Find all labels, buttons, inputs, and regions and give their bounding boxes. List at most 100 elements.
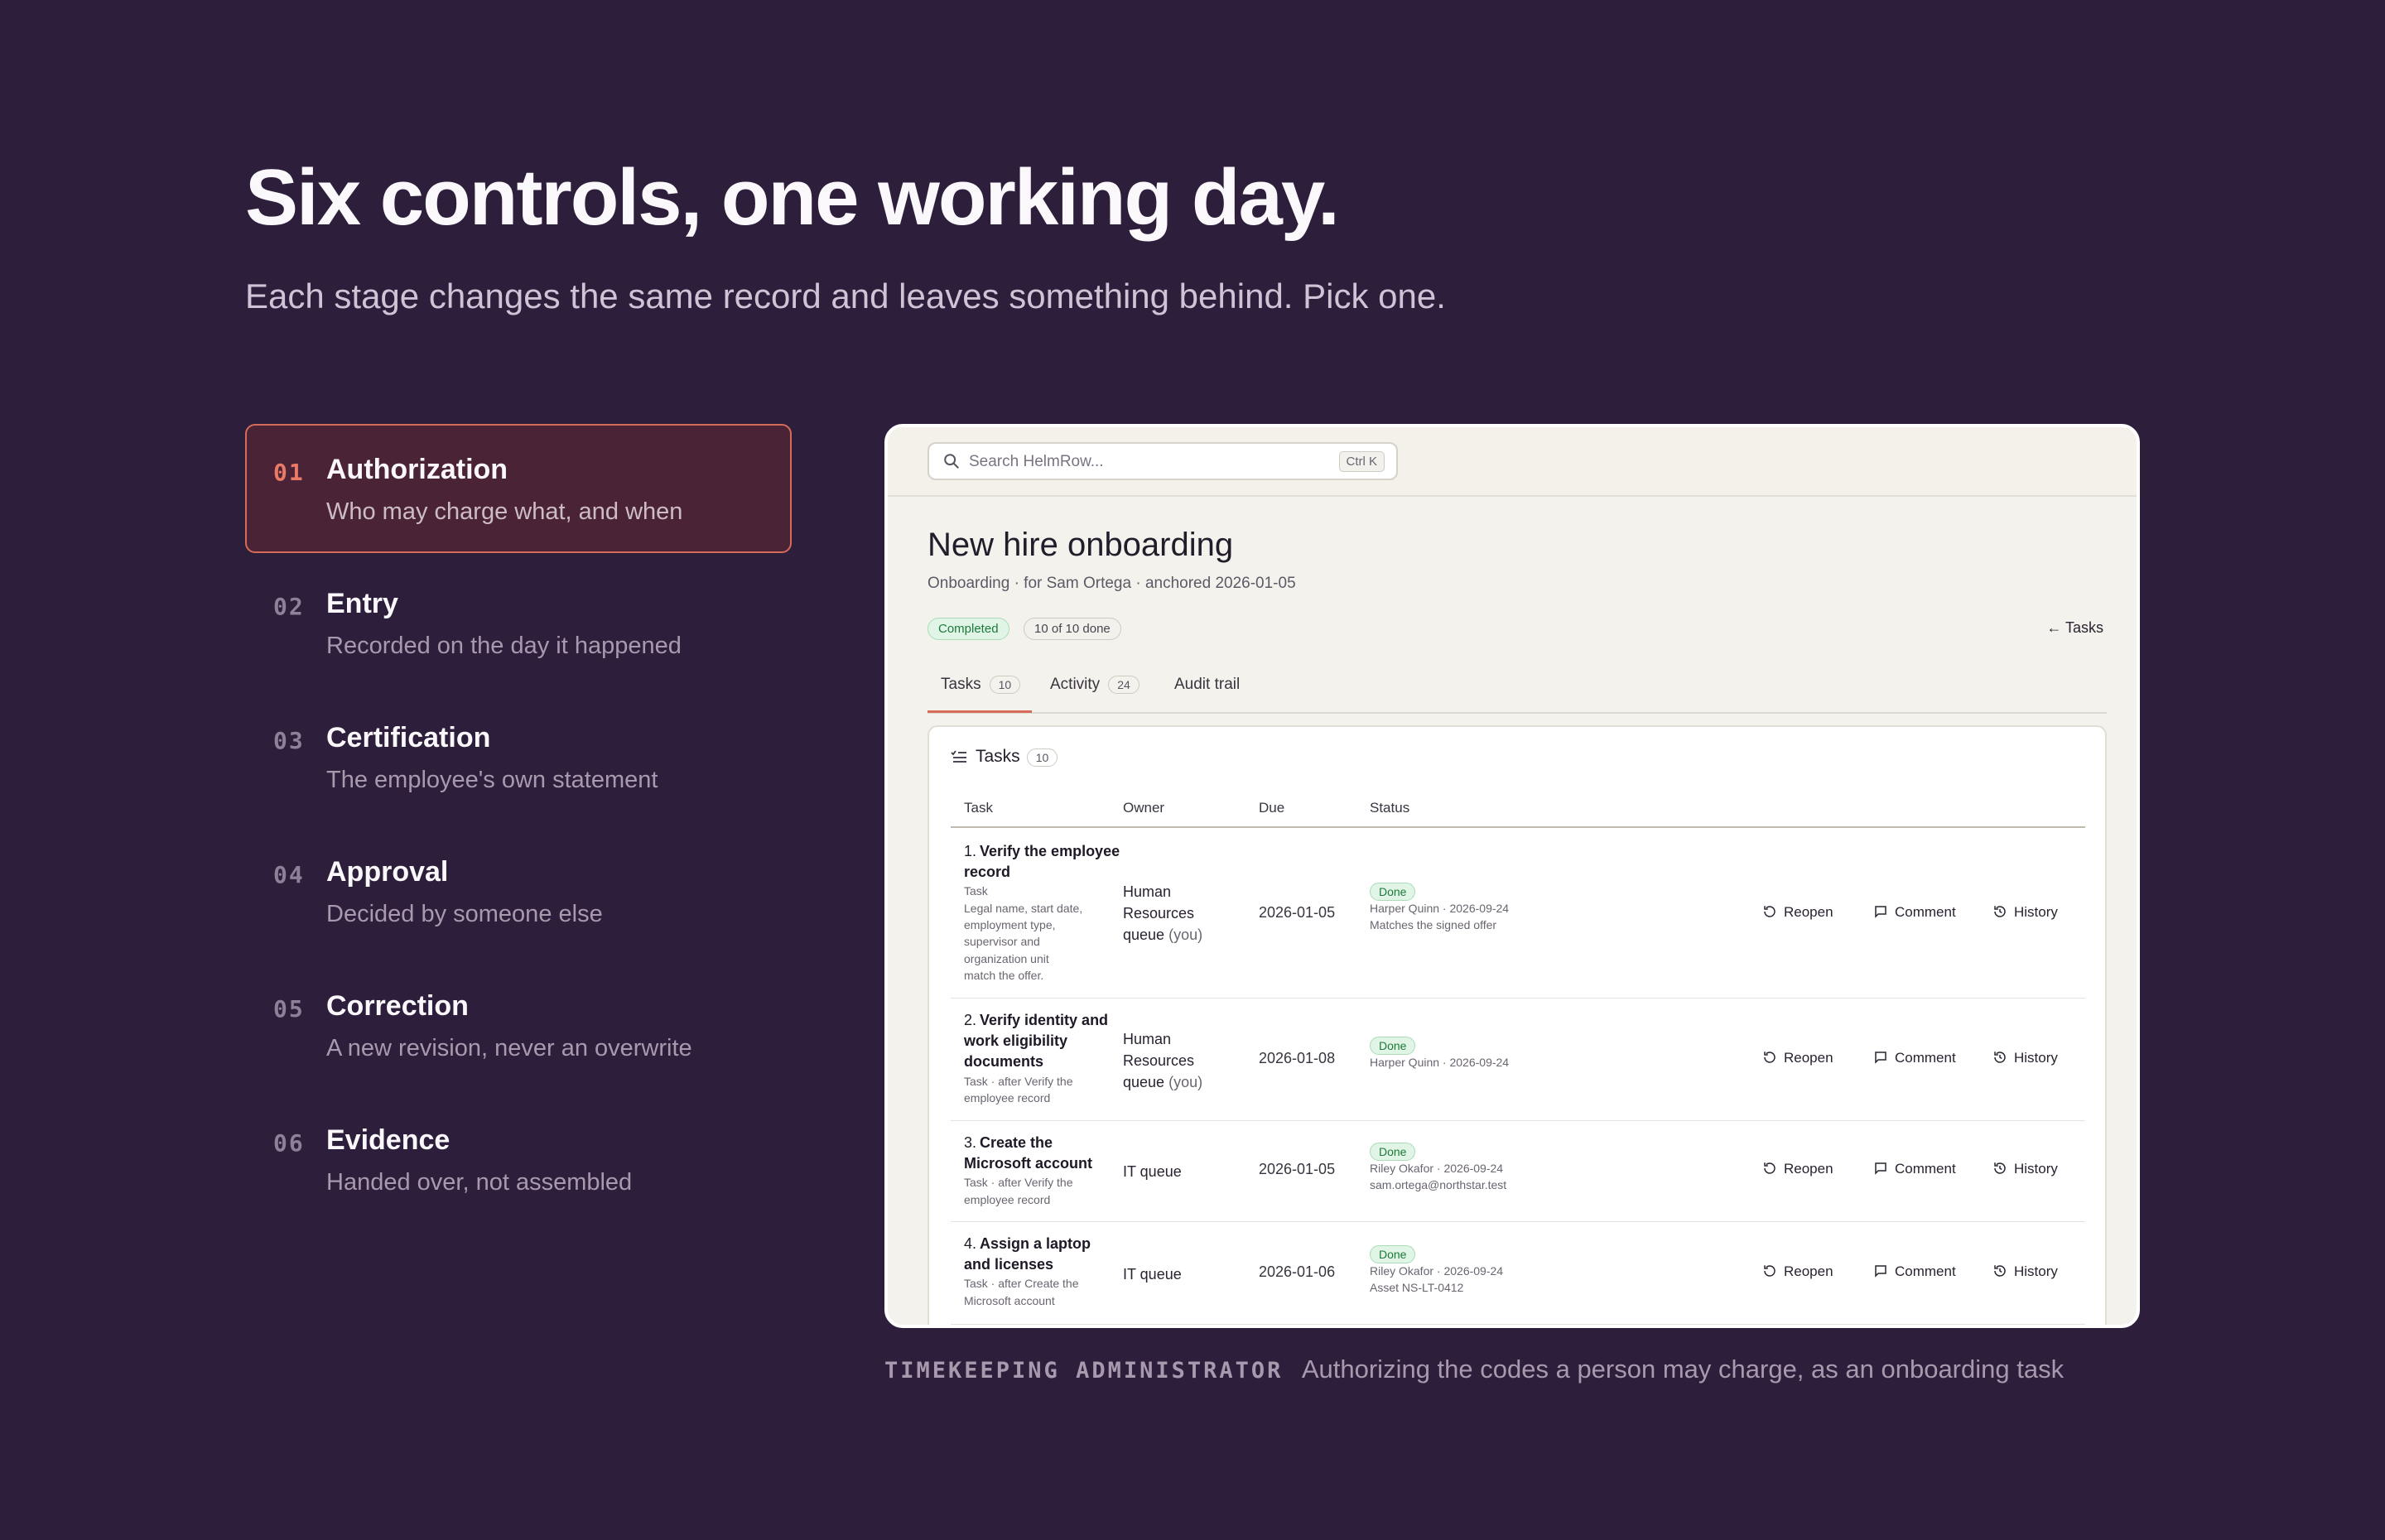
due-date: 2026-01-08 (1259, 1050, 1336, 1066)
reopen-icon (1764, 906, 1776, 917)
card-title: Tasks 10 (951, 747, 1058, 767)
status-badge: Completed (928, 618, 1009, 640)
status-cell: Done Harper Quinn · 2026-09-24 Matches t… (1370, 883, 1509, 933)
comment-button[interactable]: Comment (1873, 1263, 1956, 1280)
comment-button[interactable]: Comment (1873, 904, 1956, 921)
stage-certification[interactable]: 03 Certification The employee's own stat… (245, 692, 792, 821)
task-meta: Task · after Verify the employee record (964, 1176, 1073, 1206)
comment-button[interactable]: Comment (1873, 1050, 1956, 1066)
search-placeholder: Search HelmRow... (969, 453, 1104, 470)
history-icon (1994, 906, 2006, 917)
task-cell: 3. Create the Microsoft account Task · af… (964, 1133, 1121, 1208)
comment-icon (1875, 906, 1886, 918)
search-icon (944, 454, 959, 469)
task-cell: 4. Assign a laptop and licenses Task · af… (964, 1234, 1121, 1309)
back-to-tasks-link[interactable]: ← Tasks (2046, 619, 2103, 637)
progress-badge: 10 of 10 done (1024, 618, 1121, 640)
stage-evidence[interactable]: 06 Evidence Handed over, not assembled (245, 1095, 792, 1224)
history-button[interactable]: History (1992, 1050, 2058, 1066)
reopen-icon (1764, 1162, 1776, 1174)
due-date: 2026-01-05 (1259, 904, 1336, 921)
tab-bar: Tasks 10 Activity 24 Audit trail (928, 667, 2107, 714)
done-badge: Done (1370, 1245, 1416, 1263)
stage-approval[interactable]: 04 Approval Decided by someone else (245, 826, 792, 955)
reopen-icon (1764, 1052, 1776, 1063)
hero-title: Six controls, one working day. (245, 153, 1340, 242)
done-badge: Done (1370, 1037, 1416, 1055)
owner-cell: IT queue (1123, 1163, 1182, 1180)
column-owner: Owner (1123, 800, 1165, 816)
stage-entry[interactable]: 02 Entry Recorded on the day it happened (245, 558, 792, 687)
stage-number: 05 (273, 995, 305, 1023)
history-button[interactable]: History (1992, 1161, 2058, 1177)
stage-title: Evidence (326, 1124, 450, 1156)
stage-description: A new revision, never an overwrite (326, 1035, 692, 1061)
tab-count: 24 (1108, 676, 1140, 694)
active-tab-indicator (928, 710, 1032, 713)
task-name[interactable]: 1. Verify the employee record (964, 841, 1121, 883)
stage-correction[interactable]: 05 Correction A new revision, never an o… (245, 960, 792, 1090)
table-row: 4. Assign a laptop and licenses Task · af… (951, 1222, 2085, 1325)
history-icon (1994, 1052, 2006, 1063)
tab-tasks[interactable]: Tasks 10 (941, 676, 1021, 694)
page-title: New hire onboarding (928, 527, 1234, 563)
search-input[interactable]: Search HelmRow... Ctrl K (928, 442, 1398, 480)
stage-description: Who may charge what, and when (326, 498, 683, 525)
reopen-button[interactable]: Reopen (1762, 1161, 1833, 1177)
comment-icon (1875, 1265, 1886, 1278)
reopen-icon (1764, 1265, 1776, 1277)
done-badge: Done (1370, 1143, 1416, 1161)
search-shortcut: Ctrl K (1338, 451, 1385, 472)
task-meta: Task · after Verify the employee record (964, 1074, 1073, 1104)
owner-cell: Human Resources queue (you) (1123, 1031, 1203, 1091)
stage-description: The employee's own statement (326, 767, 658, 793)
tab-label: Audit trail (1174, 676, 1241, 693)
tab-audit-trail[interactable]: Audit trail (1174, 676, 1240, 694)
table-header: Task Owner Due Status (951, 796, 2085, 828)
table-row: 1. Verify the employee record Task Legal n… (951, 830, 2085, 999)
task-cell: 1. Verify the employee record Task Legal n… (964, 841, 1121, 984)
page-subtitle: Onboarding · for Sam Ortega · anchored 2… (928, 575, 1296, 592)
status-cell: Done Harper Quinn · 2026-09-24 (1370, 1037, 1509, 1071)
comment-icon (1875, 1052, 1886, 1064)
stage-number: 03 (273, 727, 305, 754)
comment-icon (1875, 1162, 1886, 1175)
column-due: Due (1259, 800, 1285, 816)
task-cell: 2. Verify identity and work eligibility d… (964, 1010, 1121, 1106)
status-cell: Done Riley Okafor · 2026-09-24 sam.orteg… (1370, 1143, 1506, 1193)
stage-number: 04 (273, 861, 305, 888)
task-meta: Task Legal name, start date, employment ty… (964, 884, 1083, 982)
reopen-button[interactable]: Reopen (1762, 904, 1833, 921)
card-title-label: Tasks (976, 747, 1020, 766)
app-topbar: Search HelmRow... Ctrl K (888, 427, 2137, 497)
status-cell: Done Riley Okafor · 2026-09-24 Asset NS-… (1370, 1245, 1503, 1296)
stage-title: Correction (326, 990, 469, 1022)
column-status: Status (1370, 800, 1410, 816)
caption: TIMEKEEPING ADMINISTRATOR Authorizing th… (884, 1355, 2064, 1384)
column-task: Task (964, 800, 993, 816)
table-row: 3. Create the Microsoft account Task · af… (951, 1121, 2085, 1222)
stage-number: 06 (273, 1129, 305, 1157)
tab-activity[interactable]: Activity 24 (1050, 676, 1140, 694)
stage-title: Certification (326, 722, 491, 753)
stage-title: Authorization (326, 454, 508, 485)
task-name[interactable]: 3. Create the Microsoft account (964, 1133, 1121, 1174)
table-row: 2. Verify identity and work eligibility d… (951, 999, 2085, 1121)
task-meta: Task · after Create the Microsoft account (964, 1277, 1079, 1307)
reopen-button[interactable]: Reopen (1762, 1050, 1833, 1066)
owner-cell: Human Resources queue (you) (1123, 883, 1203, 944)
stage-description: Handed over, not assembled (326, 1169, 633, 1196)
history-button[interactable]: History (1992, 904, 2058, 921)
task-name[interactable]: 4. Assign a laptop and licenses (964, 1234, 1121, 1275)
reopen-button[interactable]: Reopen (1762, 1263, 1833, 1280)
app-window: Search HelmRow... Ctrl K New hire onboar… (884, 424, 2140, 1328)
history-button[interactable]: History (1992, 1263, 2058, 1280)
comment-button[interactable]: Comment (1873, 1161, 1956, 1177)
done-badge: Done (1370, 883, 1416, 901)
stage-number: 01 (273, 459, 305, 486)
stage-title: Approval (326, 856, 449, 888)
checklist-icon (951, 750, 966, 763)
tab-label: Activity (1050, 676, 1101, 693)
stage-authorization[interactable]: 01 Authorization Who may charge what, an… (245, 424, 792, 553)
task-name[interactable]: 2. Verify identity and work eligibility d… (964, 1010, 1121, 1073)
